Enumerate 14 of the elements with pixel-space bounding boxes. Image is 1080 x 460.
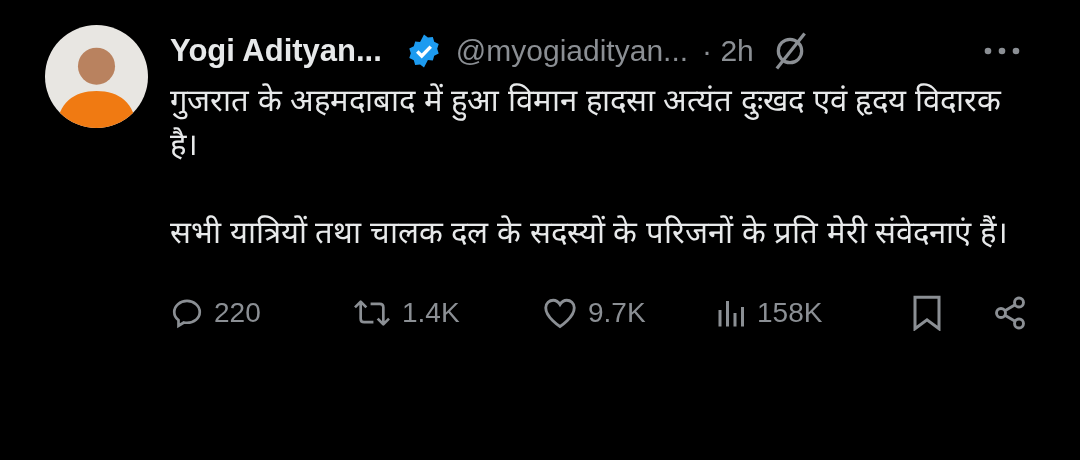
heart-icon[interactable] bbox=[542, 296, 578, 330]
reply-count: 220 bbox=[214, 297, 261, 329]
views-icon[interactable] bbox=[717, 298, 747, 328]
views-count: 158K bbox=[757, 297, 823, 329]
more-icon[interactable] bbox=[984, 47, 1020, 55]
repost-count: 1.4K bbox=[402, 297, 460, 329]
post-text: सभी यात्रियों तथा चालक दल के सदस्यों के परिजनों के प्रति मेरी संवेदनाएं हैं। bbox=[170, 214, 1009, 252]
post-time: · 2h bbox=[702, 34, 754, 68]
bookmark-icon[interactable] bbox=[912, 295, 942, 331]
post-text: गुजरात के अहमदाबाद में हुआ विमान हादसा अत्यंत दुःखद एवं हृदय विदारक है। bbox=[170, 82, 1003, 164]
share-icon[interactable] bbox=[992, 295, 1028, 331]
author-name[interactable]: Yogi Adityan... bbox=[170, 33, 382, 69]
author-handle[interactable]: @myogiadityan... bbox=[455, 34, 689, 68]
like-count: 9.7K bbox=[588, 297, 646, 329]
